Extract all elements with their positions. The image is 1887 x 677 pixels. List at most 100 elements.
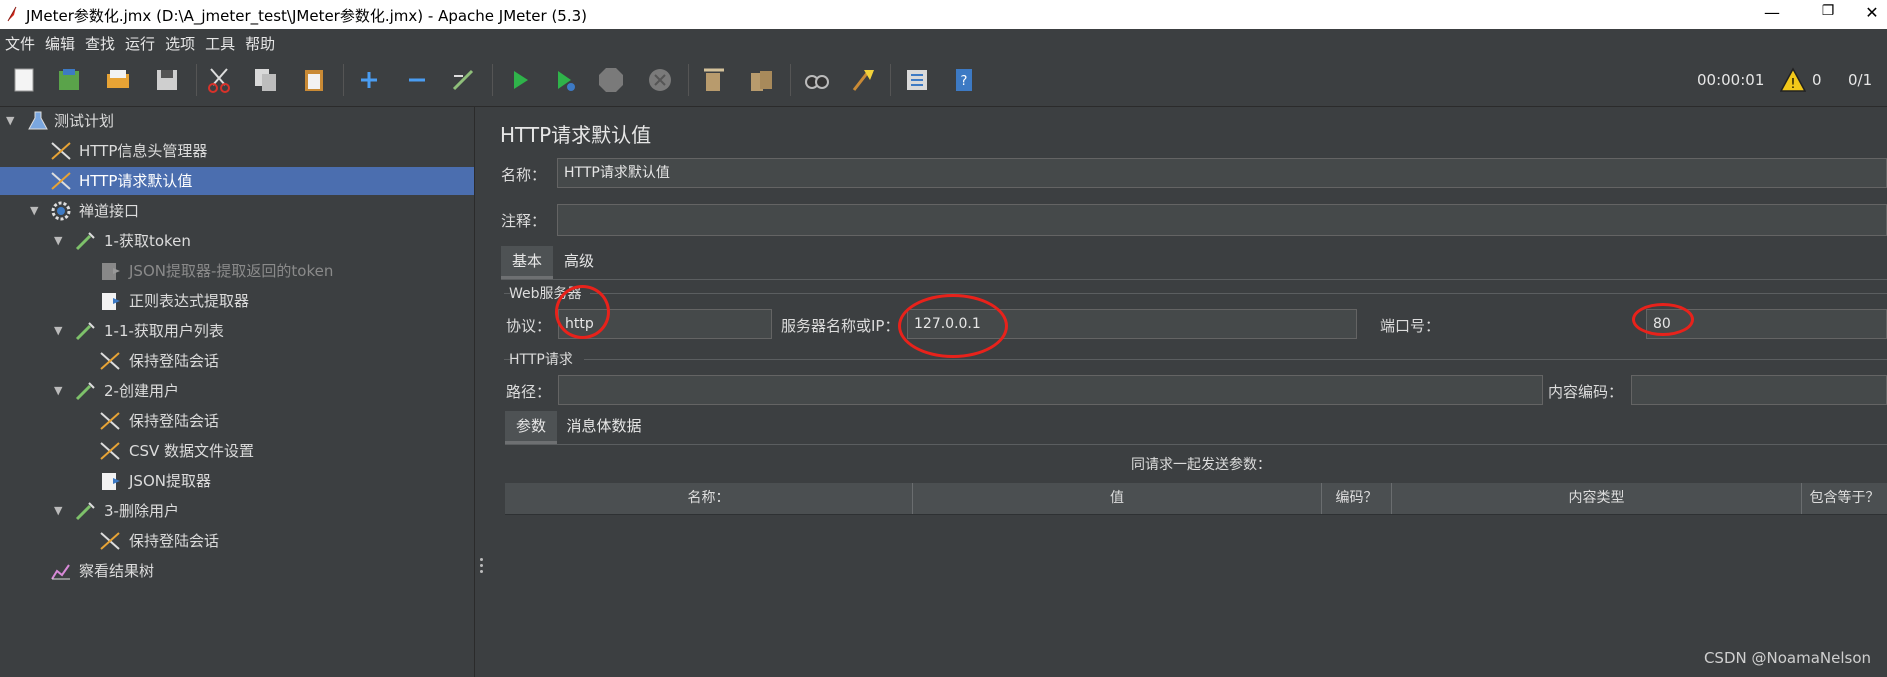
path-label: 路径： bbox=[506, 383, 552, 401]
tree-node-view-results-tree[interactable]: 察看结果树 bbox=[0, 557, 474, 585]
flask-icon bbox=[28, 111, 48, 130]
tree-node-header-manager[interactable]: HTTP信息头管理器 bbox=[0, 137, 474, 165]
tree-node-label: HTTP信息头管理器 bbox=[79, 142, 208, 160]
annotation-circle-protocol bbox=[555, 285, 610, 339]
http-request-section-label: HTTP请求 bbox=[509, 352, 573, 368]
warning-icon[interactable]: ! bbox=[1780, 67, 1806, 93]
tree-node-sampler-get-token[interactable]: ▼ 1-获取token bbox=[0, 227, 474, 255]
tree-node-label: 测试计划 bbox=[54, 112, 115, 130]
tab-advanced[interactable]: 高级 bbox=[555, 246, 603, 276]
collapse-icon[interactable] bbox=[403, 66, 431, 94]
column-include-equals[interactable]: 包含等于？ bbox=[1802, 483, 1887, 514]
server-label: 服务器名称或IP： bbox=[781, 317, 900, 335]
annotation-circle-server bbox=[898, 294, 1008, 358]
reset-search-icon[interactable] bbox=[848, 66, 876, 94]
tree-node-thread-group[interactable]: ▼ 禅道接口 bbox=[0, 197, 474, 225]
annotation-circle-port bbox=[1632, 303, 1694, 336]
expand-icon[interactable] bbox=[355, 66, 383, 94]
name-field[interactable]: HTTP请求默认值 bbox=[557, 158, 1887, 188]
help-icon[interactable]: ? bbox=[950, 66, 978, 94]
menu-help[interactable]: 帮助 bbox=[240, 29, 280, 54]
minimize-button[interactable]: — bbox=[1750, 3, 1794, 25]
menu-edit[interactable]: 编辑 bbox=[40, 29, 80, 54]
close-button[interactable]: ✕ bbox=[1850, 3, 1887, 25]
menu-file[interactable]: 文件 bbox=[0, 29, 40, 54]
clear-all-icon[interactable] bbox=[747, 66, 775, 94]
tree-node-test-plan[interactable]: ▼ 测试计划 bbox=[0, 107, 474, 135]
collapse-arrow-icon[interactable]: ▼ bbox=[54, 317, 62, 345]
column-name[interactable]: 名称： bbox=[505, 483, 913, 514]
restore-button[interactable]: ❐ bbox=[1806, 3, 1850, 25]
http-defaults-panel: HTTP请求默认值 名称： HTTP请求默认值 注释： 基本 高级 Web服务器… bbox=[486, 107, 1887, 677]
stop-icon[interactable] bbox=[597, 66, 625, 94]
page-title: HTTP请求默认值 bbox=[500, 123, 652, 147]
templates-icon[interactable] bbox=[55, 66, 83, 94]
toolbar-separator bbox=[343, 64, 344, 96]
window-title: JMeter参数化.jmx (D:\A_jmeter_test\JMeter参数… bbox=[26, 7, 587, 25]
collapse-arrow-icon[interactable]: ▼ bbox=[6, 107, 14, 135]
column-content-type[interactable]: 内容类型 bbox=[1392, 483, 1802, 514]
tree-node-keep-session-2[interactable]: 保持登陆会话 bbox=[0, 407, 474, 435]
start-icon[interactable] bbox=[506, 66, 534, 94]
tree-node-json-extractor-token[interactable]: JSON提取器-提取返回的token bbox=[0, 257, 474, 285]
warning-count: 0 bbox=[1812, 71, 1822, 89]
watermark: CSDN @NoamaNelson bbox=[1703, 649, 1871, 667]
collapse-arrow-icon[interactable]: ▼ bbox=[54, 227, 62, 255]
tree-node-keep-session-1[interactable]: 保持登陆会话 bbox=[0, 347, 474, 375]
open-icon[interactable] bbox=[104, 66, 132, 94]
path-field[interactable] bbox=[558, 375, 1543, 405]
new-icon[interactable] bbox=[10, 66, 38, 94]
column-value[interactable]: 值 bbox=[913, 483, 1322, 514]
tree-node-regex-extractor[interactable]: 正则表达式提取器 bbox=[0, 287, 474, 315]
tree-node-label: 察看结果树 bbox=[79, 562, 155, 580]
encoding-label: 内容编码： bbox=[1548, 383, 1624, 401]
column-encode[interactable]: 编码？ bbox=[1322, 483, 1392, 514]
tab-parameters[interactable]: 参数 bbox=[505, 411, 557, 444]
protocol-label: 协议： bbox=[506, 317, 552, 335]
toolbar-separator bbox=[890, 64, 891, 96]
toolbar-separator bbox=[492, 64, 493, 96]
toggle-icon[interactable] bbox=[449, 66, 477, 94]
wrench-icon bbox=[51, 142, 71, 160]
tree-node-label: 2-创建用户 bbox=[104, 382, 179, 400]
splitter-handle[interactable] bbox=[480, 555, 484, 577]
search-icon[interactable] bbox=[803, 66, 831, 94]
function-helper-icon[interactable] bbox=[903, 66, 931, 94]
tree-node-sampler-user-list[interactable]: ▼ 1-1-获取用户列表 bbox=[0, 317, 474, 345]
tree-node-json-extractor[interactable]: JSON提取器 bbox=[0, 467, 474, 495]
cut-icon[interactable] bbox=[205, 66, 233, 94]
menu-search[interactable]: 查找 bbox=[80, 29, 120, 54]
collapse-arrow-icon[interactable]: ▼ bbox=[54, 377, 62, 405]
collapse-arrow-icon[interactable]: ▼ bbox=[54, 497, 62, 525]
tab-body-data[interactable]: 消息体数据 bbox=[562, 411, 646, 441]
tree-node-label: 保持登陆会话 bbox=[129, 352, 220, 370]
comment-field[interactable] bbox=[557, 204, 1887, 236]
copy-icon[interactable] bbox=[252, 66, 280, 94]
encoding-field[interactable] bbox=[1631, 375, 1887, 405]
test-plan-tree: ▼ 测试计划 HTTP信息头管理器 HTTP请求默认值 ▼ 禅道接口 ▼ 1-获… bbox=[0, 107, 475, 677]
menu-run[interactable]: 运行 bbox=[120, 29, 160, 54]
wrench-icon bbox=[100, 532, 120, 550]
svg-text:?: ? bbox=[961, 74, 968, 89]
name-label: 名称： bbox=[501, 166, 547, 184]
menu-options[interactable]: 选项 bbox=[160, 29, 200, 54]
tree-node-keep-session-3[interactable]: 保持登陆会话 bbox=[0, 527, 474, 555]
menu-tools[interactable]: 工具 bbox=[200, 29, 240, 54]
tree-node-csv-data-set[interactable]: CSV 数据文件设置 bbox=[0, 437, 474, 465]
tab-basic[interactable]: 基本 bbox=[501, 246, 553, 279]
port-label: 端口号： bbox=[1380, 317, 1441, 335]
gear-icon bbox=[51, 201, 71, 221]
shutdown-icon[interactable] bbox=[646, 66, 674, 94]
paste-icon[interactable] bbox=[300, 66, 328, 94]
save-icon[interactable] bbox=[153, 66, 181, 94]
tree-node-sampler-delete-user[interactable]: ▼ 3-删除用户 bbox=[0, 497, 474, 525]
parameters-table-header: 名称： 值 编码？ 内容类型 包含等于？ bbox=[505, 483, 1887, 515]
collapse-arrow-icon[interactable]: ▼ bbox=[30, 197, 38, 225]
tree-node-sampler-create-user[interactable]: ▼ 2-创建用户 bbox=[0, 377, 474, 405]
clear-icon[interactable] bbox=[700, 66, 728, 94]
tree-node-http-defaults[interactable]: HTTP请求默认值 bbox=[0, 167, 474, 195]
start-no-pause-icon[interactable] bbox=[551, 66, 579, 94]
toolbar-separator bbox=[688, 64, 689, 96]
svg-text:!: ! bbox=[1790, 77, 1795, 92]
wrench-icon bbox=[100, 412, 120, 430]
